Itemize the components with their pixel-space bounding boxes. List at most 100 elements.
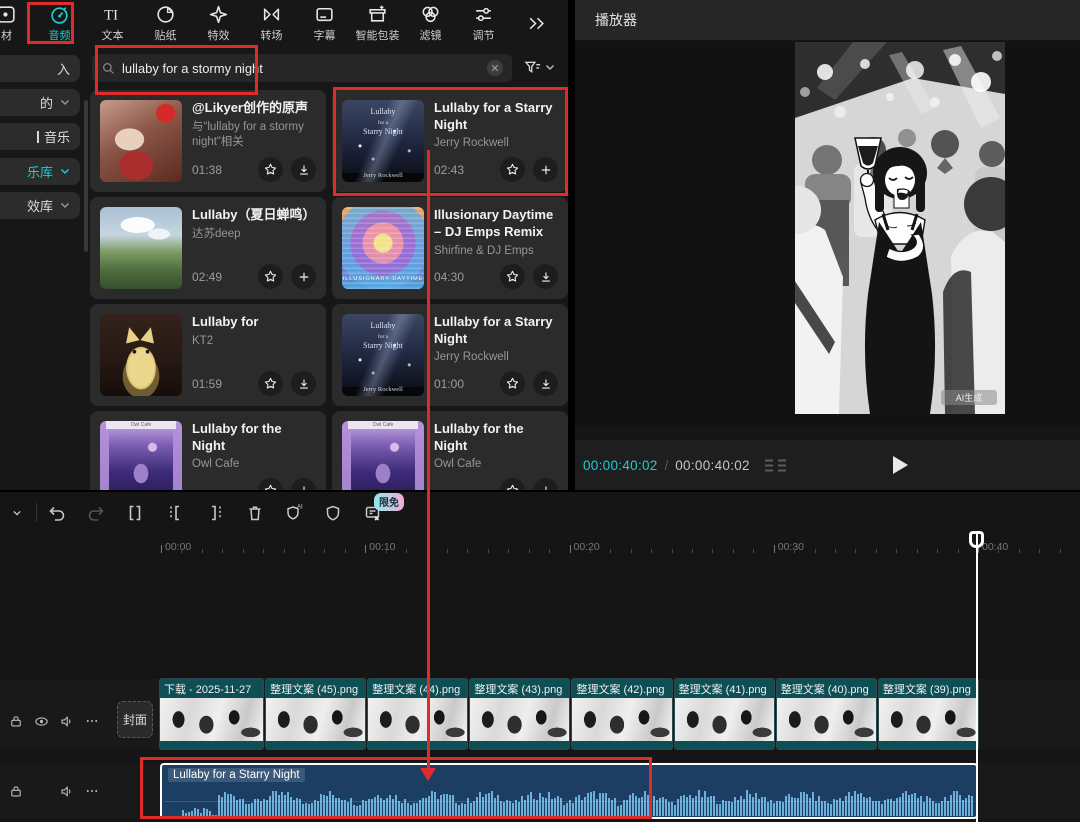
split-icon[interactable] (124, 502, 146, 524)
favorite-button[interactable] (258, 371, 283, 396)
clip-thumbnail (160, 698, 263, 741)
music-card-6[interactable]: Owl CafeLullaby for the NightOwl Cafe (90, 411, 326, 490)
favorite-button[interactable] (500, 478, 525, 490)
music-card-4[interactable]: Lullaby forKT201:59 (90, 304, 326, 406)
toolbar-item-text[interactable]: TI 文本 (86, 1, 139, 45)
mask-icon[interactable] (322, 502, 344, 524)
svg-text:TI: TI (104, 7, 118, 23)
search-input[interactable] (122, 61, 481, 76)
sidebar-item-4[interactable]: 效库 (0, 192, 80, 219)
audio-library-panel: 材音频 TI 文本贴纸特效转场字幕智能包装滤镜调节 入的音乐乐库效库 @Likyer… (0, 0, 568, 490)
toolbar-item-media[interactable]: 材 (0, 1, 33, 45)
toolbar-item-transition[interactable]: 转场 (245, 1, 298, 45)
favorite-button[interactable] (258, 157, 283, 182)
favorite-button[interactable] (500, 157, 525, 182)
chevron-down-icon (60, 168, 70, 175)
video-clip-4[interactable]: 整理文案 (42).png (572, 679, 671, 749)
favorite-button[interactable] (258, 264, 283, 289)
sidebar-scrollbar[interactable] (84, 100, 88, 252)
ruler-tick (774, 545, 775, 553)
video-clip-0[interactable]: 下载 - 2025-11-27 (160, 679, 263, 749)
download-button[interactable] (533, 478, 558, 490)
cover-button[interactable]: 封面 (117, 701, 153, 738)
ruler-tick (1060, 549, 1061, 553)
filter-chevron-icon (545, 64, 555, 71)
ruler-tick (733, 549, 734, 553)
trim-left-icon[interactable] (164, 502, 186, 524)
add-to-timeline-button[interactable] (291, 264, 316, 289)
download-button[interactable] (533, 264, 558, 289)
music-card-0[interactable]: @Likyer创作的原声与“lullaby for a stormy night… (90, 90, 326, 192)
toolbar-item-adjust[interactable]: 调节 (457, 1, 510, 45)
music-card-1[interactable]: Lullabyfor aStarry NightJerry RockwellLu… (332, 90, 568, 192)
video-clip-2[interactable]: 整理文案 (44).png (368, 679, 467, 749)
toolbar-item-label: 文本 (102, 27, 124, 43)
ai-watermark: AI生成 (956, 392, 983, 403)
song-title: Lullaby（夏日蝉鸣） (192, 207, 316, 224)
toolbar-item-captions[interactable]: 字幕 (298, 1, 351, 45)
video-clip-7[interactable]: 整理文案 (39).png (879, 679, 978, 749)
playhead-handle[interactable] (969, 531, 984, 548)
download-button[interactable] (291, 157, 316, 182)
music-card-2[interactable]: Lullaby（夏日蝉鸣）达苏deep02:49 (90, 197, 326, 299)
video-lock-icon[interactable] (8, 713, 24, 729)
ruler-tick (324, 549, 325, 553)
ruler-tick (161, 545, 162, 553)
audio-lock-icon[interactable] (8, 783, 24, 799)
filter-button[interactable] (523, 58, 555, 77)
play-button[interactable] (893, 456, 908, 474)
favorite-button[interactable] (258, 478, 283, 490)
song-artist: Jerry Rockwell (434, 350, 558, 366)
audio-more-icon[interactable] (84, 783, 100, 799)
sidebar-item-2[interactable]: 音乐 (0, 123, 80, 150)
sidebar-item-0[interactable]: 入 (0, 55, 80, 82)
song-title: Lullaby for the Night (192, 421, 316, 454)
music-card-3[interactable]: ILLUSIONARY DAYTIMEIllusionary Daytime –… (332, 197, 568, 299)
favorite-button[interactable] (500, 371, 525, 396)
toolbar-item-sticker[interactable]: 贴纸 (139, 1, 192, 45)
ruler-tick (222, 549, 223, 553)
ruler-tick (692, 549, 693, 553)
trim-right-icon[interactable] (205, 502, 227, 524)
video-clip-6[interactable]: 整理文案 (40).png (777, 679, 876, 749)
sidebar-item-3[interactable]: 乐库 (0, 158, 80, 185)
video-visibility-icon[interactable] (33, 713, 49, 729)
audio-clip[interactable]: Lullaby for a Starry Night (160, 763, 978, 819)
toolbar-item-filter[interactable]: 滤镜 (404, 1, 457, 45)
audio-mute-icon[interactable] (58, 783, 74, 799)
layout-toggle-icon[interactable] (764, 458, 788, 473)
video-clip-5[interactable]: 整理文案 (41).png (675, 679, 774, 749)
smart-mask-ai-icon[interactable]: AI (283, 502, 305, 524)
download-button[interactable] (291, 371, 316, 396)
music-card-5[interactable]: Lullabyfor aStarry NightJerry RockwellLu… (332, 304, 568, 406)
toolbar-item-smartpack[interactable]: 智能包装 (351, 1, 404, 45)
ruler-tick (1019, 549, 1020, 553)
playhead-line[interactable] (976, 533, 978, 822)
video-clip-1[interactable]: 整理文案 (45).png (266, 679, 365, 749)
preview-area: AI生成 (575, 41, 1080, 427)
sidebar-item-1[interactable]: 的 (0, 89, 80, 116)
redo-icon[interactable] (85, 502, 107, 524)
music-card-7[interactable]: Owl CafeLullaby for the NightOwl Cafe (332, 411, 568, 490)
video-clip-3[interactable]: 整理文案 (43).png (470, 679, 569, 749)
ruler-tick (529, 549, 530, 553)
video-mute-icon[interactable] (58, 713, 74, 729)
clip-filename: 整理文案 (45).png (266, 679, 365, 698)
favorite-button[interactable] (500, 264, 525, 289)
toolbar-item-effects[interactable]: 特效 (192, 1, 245, 45)
toolbar-expand-button[interactable] (510, 1, 563, 45)
sidebar-item-label: 入 (57, 59, 70, 78)
timeline-menu-chevron-icon[interactable] (6, 502, 28, 524)
download-button[interactable] (291, 478, 316, 490)
ruler-tick (406, 549, 407, 553)
download-button[interactable] (533, 371, 558, 396)
delete-icon[interactable] (244, 502, 266, 524)
clear-search-icon[interactable] (487, 60, 503, 76)
add-to-timeline-button[interactable] (533, 157, 558, 182)
toolbar-item-audio[interactable]: 音频 (33, 1, 86, 45)
text-icon: TI (102, 4, 123, 25)
icon-fragment (37, 131, 39, 143)
video-more-icon[interactable] (84, 713, 100, 729)
undo-icon[interactable] (46, 502, 68, 524)
song-artist: 达苏deep (192, 227, 316, 243)
